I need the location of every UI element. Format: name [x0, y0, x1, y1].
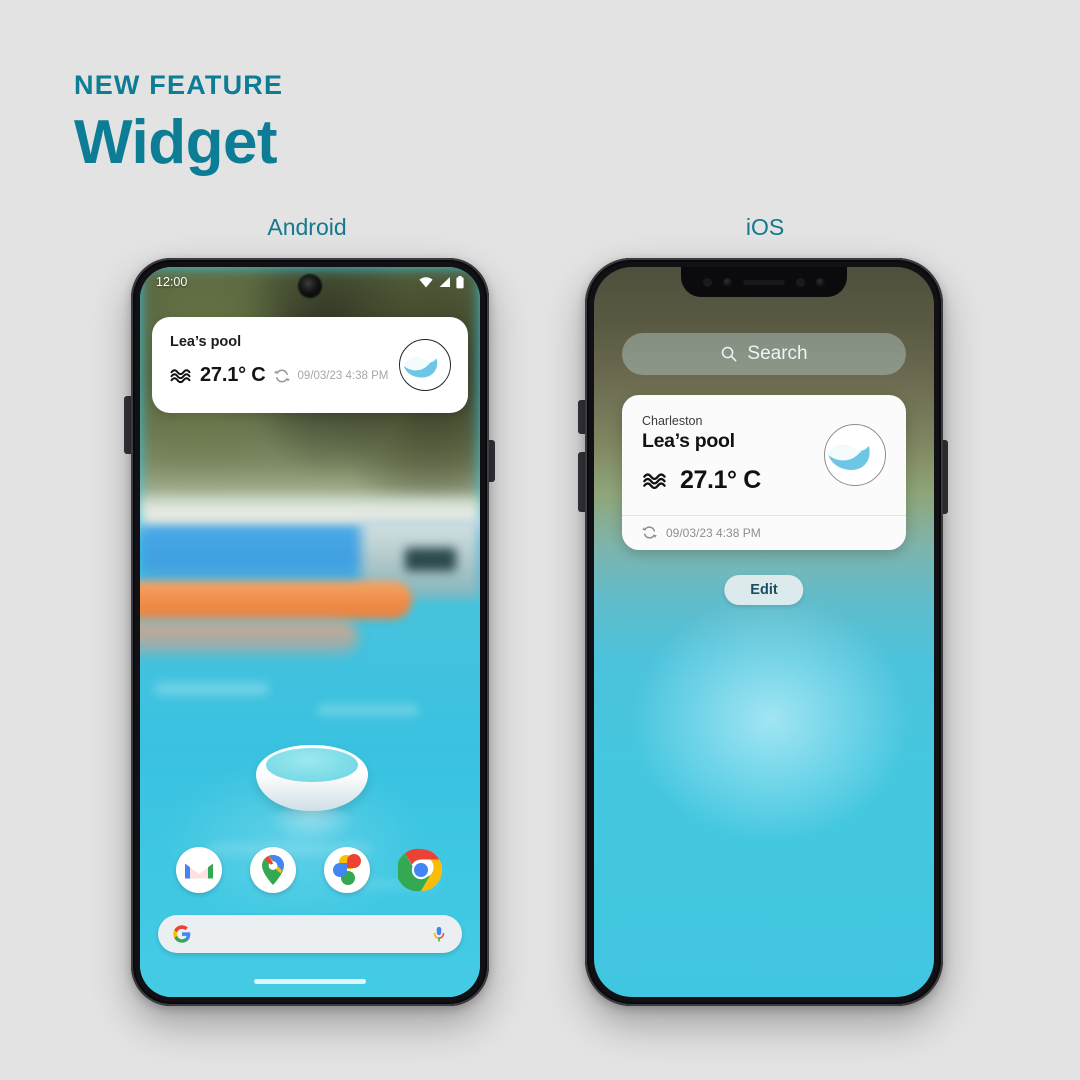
- ios-widget-timestamp: 09/03/23 4:38 PM: [666, 525, 761, 540]
- ios-wallpaper: [594, 267, 934, 997]
- ios-widget-body: Charleston Lea’s pool 27.1° C: [622, 395, 906, 515]
- ios-widget-temperature: 27.1° C: [680, 466, 761, 494]
- android-phone-frame: 12:00 Lea’s pool 27.1° C 09/03/23 4:38 P…: [131, 258, 489, 1006]
- status-icons: [419, 275, 464, 289]
- proximity-sensor-icon: [703, 277, 712, 287]
- front-camera-icon: [723, 277, 732, 287]
- device-top-surface: [265, 747, 358, 782]
- dot-projector-icon: [816, 277, 825, 287]
- android-dock: [140, 847, 480, 893]
- water-wave-icon: [643, 472, 666, 489]
- google-search-bar[interactable]: [158, 915, 462, 953]
- wallpaper-window: [405, 548, 457, 572]
- wave-logo-glyph: [403, 357, 438, 378]
- wave-logo-glyph: [828, 444, 870, 470]
- pool-wave-logo-icon: [399, 339, 451, 391]
- gmail-icon[interactable]: [176, 847, 222, 893]
- page-title: Widget: [74, 108, 278, 177]
- refresh-icon[interactable]: [273, 368, 290, 384]
- earpiece-speaker-icon: [743, 279, 785, 285]
- kicker-text: NEW FEATURE: [74, 70, 284, 100]
- microphone-icon[interactable]: [430, 924, 448, 944]
- headline-block: NEW FEATURE Widget: [74, 72, 283, 174]
- water-wave-icon: [170, 368, 191, 383]
- water-streak: [153, 683, 270, 695]
- ios-pool-widget[interactable]: Charleston Lea’s pool 27.1° C 09/03/23 4…: [622, 395, 906, 550]
- ios-phone-frame: Search Charleston Lea’s pool 27.1° C 09/…: [585, 258, 943, 1006]
- platform-label-ios: iOS: [745, 214, 785, 240]
- status-time: 12:00: [156, 275, 188, 289]
- google-photos-icon[interactable]: [324, 847, 370, 893]
- refresh-icon[interactable]: [642, 525, 657, 540]
- water-streak: [316, 705, 419, 716]
- wallpaper-pool-float: [140, 580, 412, 619]
- ios-search-bar[interactable]: Search: [622, 333, 906, 375]
- edit-button[interactable]: Edit: [724, 575, 804, 605]
- google-maps-icon[interactable]: [250, 847, 296, 893]
- battery-icon: [456, 275, 464, 288]
- ambient-light-sensor-icon: [796, 277, 805, 287]
- widget-temperature: 27.1° C: [200, 364, 266, 386]
- wallpaper-float-reflection: [140, 621, 358, 654]
- ios-screen: Search Charleston Lea’s pool 27.1° C 09/…: [594, 267, 934, 997]
- ios-search-placeholder: Search: [747, 343, 808, 364]
- widget-timestamp: 09/03/23 4:38 PM: [297, 369, 389, 382]
- ios-volume-up-button[interactable]: [578, 400, 585, 434]
- front-camera-icon: [299, 275, 321, 297]
- platform-label-android: Android: [267, 214, 347, 240]
- cellular-signal-icon: [439, 277, 450, 287]
- chrome-icon[interactable]: [396, 847, 444, 893]
- device-reflection: [266, 805, 357, 844]
- android-pool-widget[interactable]: Lea’s pool 27.1° C 09/03/23 4:38 PM: [152, 317, 468, 413]
- ios-notch: [681, 267, 847, 297]
- ios-volume-down-button[interactable]: [578, 452, 585, 512]
- ios-widget-footer: 09/03/23 4:38 PM: [622, 515, 906, 550]
- google-g-icon: [173, 925, 191, 943]
- pool-sensor-device: [255, 745, 368, 844]
- wifi-icon: [419, 277, 433, 288]
- android-home-indicator[interactable]: [254, 979, 366, 984]
- search-icon: [722, 346, 737, 362]
- pool-wave-logo-icon: [824, 424, 886, 486]
- android-screen: 12:00 Lea’s pool 27.1° C 09/03/23 4:38 P…: [140, 267, 480, 997]
